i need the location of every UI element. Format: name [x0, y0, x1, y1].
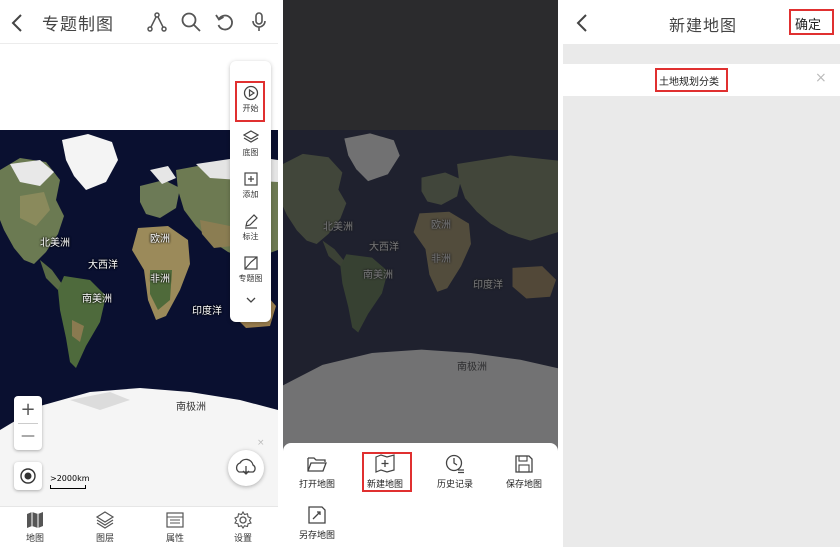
fab-close-icon[interactable]: ×	[257, 438, 265, 448]
map-label: 南极洲	[457, 362, 487, 373]
folder-open-icon	[307, 457, 327, 472]
annotate-tool[interactable]: 标注	[230, 213, 271, 242]
save-as-map-button[interactable]: 另存地图	[287, 504, 347, 541]
map-label: 南美洲	[82, 294, 112, 305]
thematic-map-screen: 专题制图 北美洲 欧洲 大西洋 非洲 南美洲 印度洋 南极洲 开始 底图 添加 …	[0, 0, 278, 547]
nav-map-label: 地图	[25, 534, 44, 544]
open-map-label: 打开地图	[298, 480, 335, 490]
new-map-screen: 新建地图 确定 土地规划分类 ×	[563, 0, 840, 547]
pencil-icon	[244, 214, 258, 229]
add-tool[interactable]: 添加	[230, 171, 271, 200]
top-bar: 专题制图	[0, 0, 278, 44]
tool-panel: 开始 底图 添加 标注 专题图	[230, 61, 271, 322]
chevron-down-icon	[246, 297, 255, 303]
highlight-box	[362, 452, 412, 492]
nav-layers-label: 图层	[95, 534, 114, 544]
map-name-row: 土地规划分类 ×	[563, 64, 840, 96]
top-bar: 新建地图 确定	[563, 0, 840, 44]
page-title: 新建地图	[669, 16, 738, 35]
gear-icon	[234, 510, 252, 529]
history-button[interactable]: 历史记录	[425, 453, 485, 490]
history-icon	[445, 454, 464, 474]
add-label: 添加	[242, 190, 259, 199]
dimmed-world-map: 北美洲 欧洲 大西洋 非洲 南美洲 印度洋 南极洲	[283, 130, 558, 450]
undo-icon[interactable]	[214, 11, 236, 33]
nav-attributes-label: 属性	[165, 534, 184, 544]
highlight-box	[235, 81, 265, 122]
locate-icon	[20, 468, 36, 484]
map-label: 南极洲	[176, 402, 206, 413]
thematic-map-tool[interactable]: 专题图	[230, 255, 271, 284]
nav-attributes[interactable]: 属性	[150, 510, 200, 544]
search-icon[interactable]	[180, 11, 202, 33]
map-label: 南美洲	[363, 270, 393, 281]
clear-icon[interactable]: ×	[815, 70, 827, 86]
save-map-button[interactable]: 保存地图	[494, 453, 554, 490]
scale-text: >2000km	[50, 474, 90, 483]
cloud-download-icon	[235, 458, 256, 475]
zoom-control: + —	[14, 396, 42, 450]
map-label: 北美洲	[323, 222, 353, 233]
layers-icon	[242, 130, 259, 143]
map-label: 印度洋	[473, 280, 503, 291]
map-label: 印度洋	[192, 306, 222, 317]
history-label: 历史记录	[436, 480, 473, 490]
map-action-sheet: 打开地图 新建地图 历史记录 保存地图 另存地图	[283, 443, 558, 547]
map-icon	[27, 512, 43, 528]
basemap-tool[interactable]: 底图	[230, 129, 271, 158]
bottom-navigation: 地图 图层 属性 设置	[0, 506, 278, 547]
table-icon	[166, 512, 184, 528]
back-arrow-icon[interactable]	[573, 12, 593, 34]
highlight-box	[655, 68, 728, 92]
map-label: 北美洲	[40, 238, 70, 249]
highlight-box	[789, 9, 834, 35]
page-title: 专题制图	[42, 15, 114, 35]
map-label: 非洲	[431, 254, 451, 265]
download-button[interactable]	[228, 450, 264, 486]
map-label: 欧洲	[150, 234, 170, 245]
world-map-graphic	[283, 130, 558, 450]
nav-map[interactable]: 地图	[10, 510, 60, 544]
microphone-icon[interactable]	[248, 11, 270, 33]
locate-button[interactable]	[14, 462, 42, 490]
annotate-label: 标注	[242, 232, 259, 241]
map-label: 欧洲	[431, 220, 451, 231]
layers-icon	[95, 511, 115, 529]
save-as-icon	[308, 506, 326, 524]
measure-icon[interactable]	[146, 11, 168, 33]
save-as-map-label: 另存地图	[298, 531, 335, 541]
nav-settings-label: 设置	[233, 534, 252, 544]
expand-tools-button[interactable]	[230, 295, 271, 305]
map-label: 大西洋	[369, 242, 399, 253]
map-menu-screen: 北美洲 欧洲 大西洋 非洲 南美洲 印度洋 南极洲 打开地图 新建地图 历史记录…	[283, 0, 558, 547]
zoom-in-button[interactable]: +	[14, 396, 42, 423]
map-label: 非洲	[150, 274, 170, 285]
thematic-map-label: 专题图	[238, 274, 263, 283]
open-map-button[interactable]: 打开地图	[287, 453, 347, 490]
zoom-out-button[interactable]: —	[14, 423, 42, 450]
save-icon	[515, 455, 533, 473]
basemap-label: 底图	[242, 148, 259, 157]
map-label: 大西洋	[88, 260, 118, 271]
thematic-map-icon	[243, 256, 258, 270]
nav-layers[interactable]: 图层	[80, 510, 130, 544]
nav-settings[interactable]: 设置	[218, 510, 268, 544]
back-arrow-icon[interactable]	[8, 12, 28, 34]
save-map-label: 保存地图	[505, 480, 542, 490]
scale-bar	[50, 485, 86, 489]
add-box-icon	[243, 172, 258, 186]
